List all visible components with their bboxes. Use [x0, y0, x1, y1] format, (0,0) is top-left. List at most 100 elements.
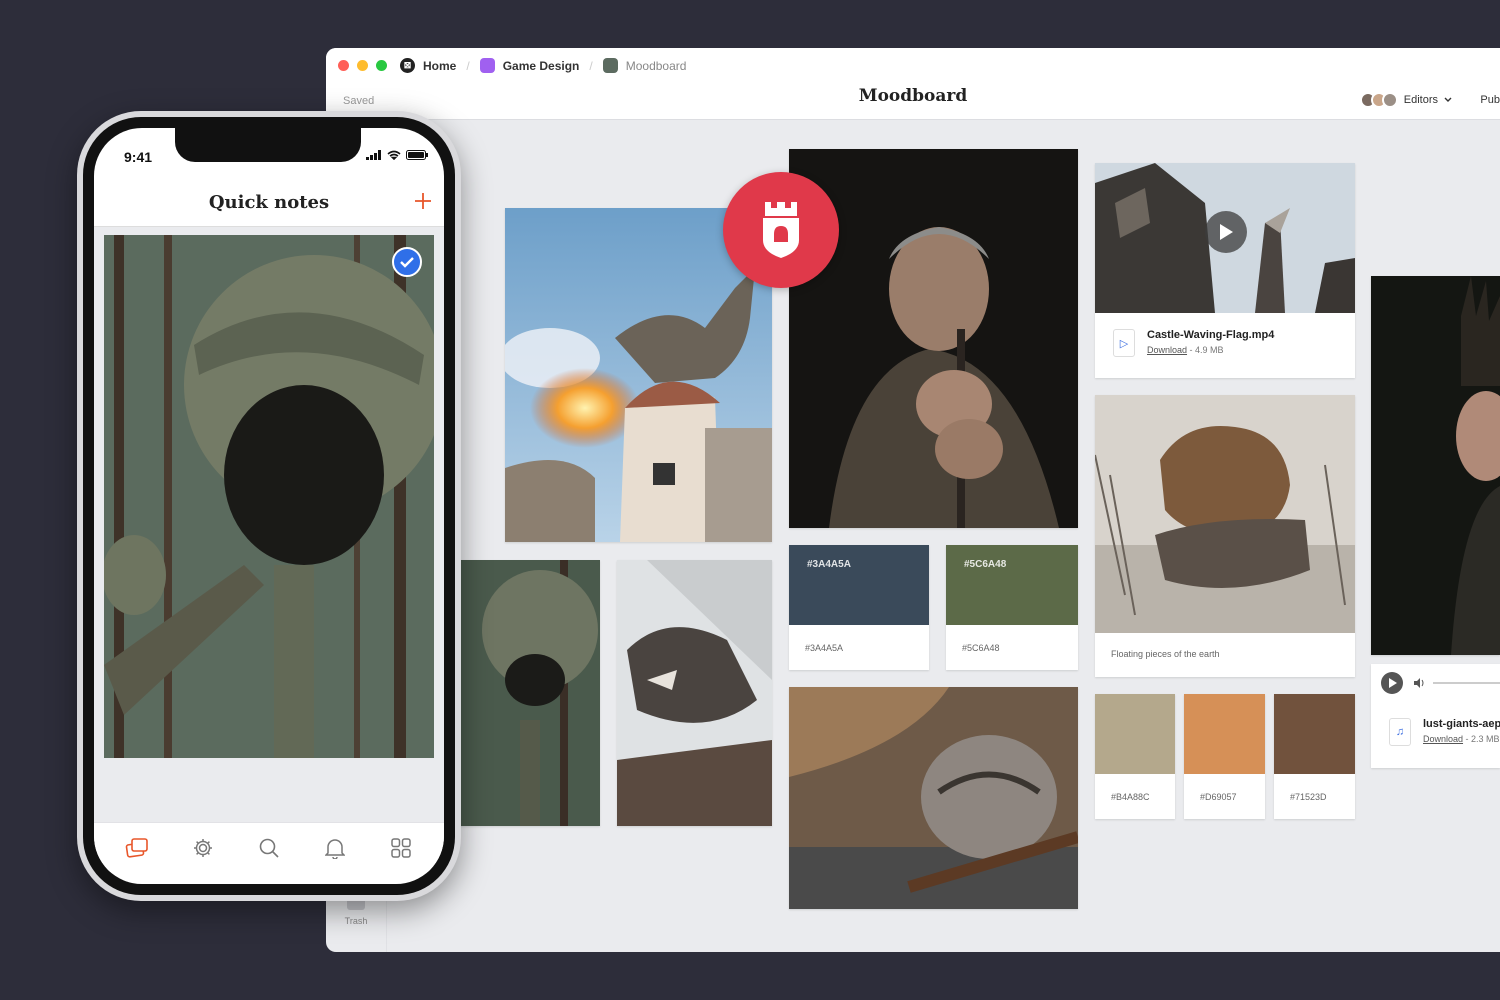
color-swatch-card[interactable]: #D69057 — [1184, 694, 1265, 819]
image-caption: Floating pieces of the earth — [1111, 649, 1220, 659]
tab-notifications[interactable] — [321, 834, 349, 862]
page-title: Quick notes — [208, 192, 330, 213]
grid-icon — [391, 837, 411, 858]
avatar — [1381, 92, 1398, 108]
breadcrumb-label: Game Design — [502, 58, 580, 73]
image-card-dark-queen[interactable] — [1371, 276, 1500, 655]
gear-icon — [194, 838, 212, 857]
color-swatch-card[interactable]: #3A4A5A #3A4A5A — [789, 545, 929, 670]
title-bar: ⊠ Home / Game Design / Moodboard Saved M… — [326, 48, 1500, 120]
page-title: Moodboard — [858, 86, 968, 106]
search-icon — [259, 838, 279, 858]
tab-settings[interactable] — [189, 834, 217, 862]
editors-label: Editors — [1403, 94, 1438, 106]
color-swatch: #5C6A48 — [946, 545, 1078, 625]
file-info: ▷ Castle-Waving-Flag.mp4 Download - 4.9 … — [1095, 329, 1355, 357]
file-size: - 2.3 MB — [1465, 734, 1500, 744]
swatch-label: #5C6A48 — [962, 643, 1000, 653]
floating-rock-image — [1095, 395, 1355, 633]
maximize-window-button[interactable] — [376, 60, 387, 71]
tab-cards[interactable] — [123, 834, 151, 862]
phone-notch — [175, 128, 361, 162]
download-link[interactable]: Download — [1147, 345, 1187, 355]
phone-screen: 9:41 Quick notes — [94, 128, 444, 884]
breadcrumb: ⊠ Home / Game Design / Moodboard — [400, 58, 686, 73]
publish-button[interactable]: Pub — [1480, 94, 1500, 106]
swatch-label: #B4A88C — [1111, 792, 1150, 802]
breadcrumb-label: Home — [423, 58, 457, 73]
volume-icon[interactable] — [1413, 677, 1425, 689]
plus-icon — [415, 193, 431, 209]
battery-icon — [406, 150, 428, 160]
file-info: ♫ lust-giants-aep Download - 2.3 MB — [1371, 718, 1500, 746]
color-swatch-card[interactable]: #71523D — [1274, 694, 1355, 819]
audio-card[interactable]: ♫ lust-giants-aep Download - 2.3 MB — [1371, 664, 1500, 768]
add-note-button[interactable] — [414, 186, 432, 217]
selected-check-badge[interactable] — [392, 247, 422, 277]
video-card[interactable]: ▷ Castle-Waving-Flag.mp4 Download - 4.9 … — [1095, 163, 1355, 378]
dark-queen-image — [1371, 276, 1500, 655]
dragon-ship-image — [617, 560, 772, 826]
file-name: lust-giants-aep — [1423, 718, 1500, 730]
download-link[interactable]: Download — [1423, 734, 1463, 744]
breadcrumb-moodboard[interactable]: Moodboard — [602, 58, 687, 73]
swatch-label: #D69057 — [1200, 792, 1237, 802]
tab-search[interactable] — [255, 834, 283, 862]
status-time: 9:41 — [124, 149, 153, 165]
file-size: - 4.9 MB — [1189, 345, 1224, 355]
phone-bezel: 9:41 Quick notes — [83, 117, 455, 895]
color-swatch-card[interactable]: #B4A88C — [1095, 694, 1175, 819]
image-card-helmet[interactable] — [789, 687, 1078, 909]
note-image-card[interactable] — [104, 235, 434, 758]
bell-icon — [325, 838, 345, 859]
breadcrumb-game-design[interactable]: Game Design — [479, 58, 580, 73]
play-icon — [1388, 678, 1397, 688]
file-name: Castle-Waving-Flag.mp4 — [1147, 329, 1275, 341]
board-icon — [602, 58, 618, 73]
window-controls — [338, 60, 387, 71]
checkmark-icon — [400, 257, 414, 268]
cards-icon — [125, 837, 148, 858]
image-card-dragon-ship[interactable] — [617, 560, 772, 826]
swatch-hex-label: #3A4A5A — [807, 559, 851, 570]
castle-shield-icon — [763, 202, 799, 258]
skeleton-image — [440, 560, 600, 826]
avatar-group — [1359, 92, 1398, 108]
color-swatch — [1095, 694, 1175, 774]
helmet-image — [789, 687, 1078, 909]
home-logo-icon: ⊠ — [400, 58, 415, 73]
breadcrumb-home[interactable]: ⊠ Home — [400, 58, 456, 73]
notes-content — [94, 226, 444, 822]
phone-device: 9:41 Quick notes — [77, 111, 461, 901]
swatch-label: #71523D — [1290, 792, 1327, 802]
breadcrumb-separator: / — [589, 58, 593, 73]
color-swatch — [1274, 694, 1355, 774]
close-window-button[interactable] — [338, 60, 349, 71]
chevron-down-icon — [1444, 94, 1452, 106]
editors-menu[interactable]: Editors — [1359, 92, 1452, 108]
tab-apps[interactable] — [387, 834, 415, 862]
color-swatch — [1184, 694, 1265, 774]
color-swatch-card[interactable]: #5C6A48 #5C6A48 — [946, 545, 1078, 670]
image-card-floating-rock[interactable]: Floating pieces of the earth — [1095, 395, 1355, 677]
skeleton-image — [104, 235, 434, 758]
minimize-window-button[interactable] — [357, 60, 368, 71]
file-meta: Download - 2.3 MB — [1423, 734, 1500, 744]
board-icon — [479, 58, 495, 73]
video-file-icon: ▷ — [1113, 329, 1135, 357]
sidebar-item-label: Trash — [344, 916, 368, 926]
signal-icon — [366, 150, 381, 160]
breadcrumb-separator: / — [466, 58, 470, 73]
audio-progress[interactable] — [1433, 682, 1500, 684]
play-button[interactable] — [1205, 211, 1247, 253]
file-meta: Download - 4.9 MB — [1147, 345, 1274, 355]
wifi-icon — [387, 150, 401, 160]
audio-file-icon: ♫ — [1389, 718, 1411, 746]
status-icons — [366, 150, 428, 160]
castle-logo-badge — [723, 172, 839, 288]
swatch-hex-label: #5C6A48 — [964, 559, 1007, 570]
audio-play-button[interactable] — [1381, 672, 1403, 694]
image-card-skeleton-small[interactable] — [440, 560, 600, 826]
breadcrumb-label: Moodboard — [625, 58, 687, 73]
swatch-label: #3A4A5A — [805, 643, 844, 653]
